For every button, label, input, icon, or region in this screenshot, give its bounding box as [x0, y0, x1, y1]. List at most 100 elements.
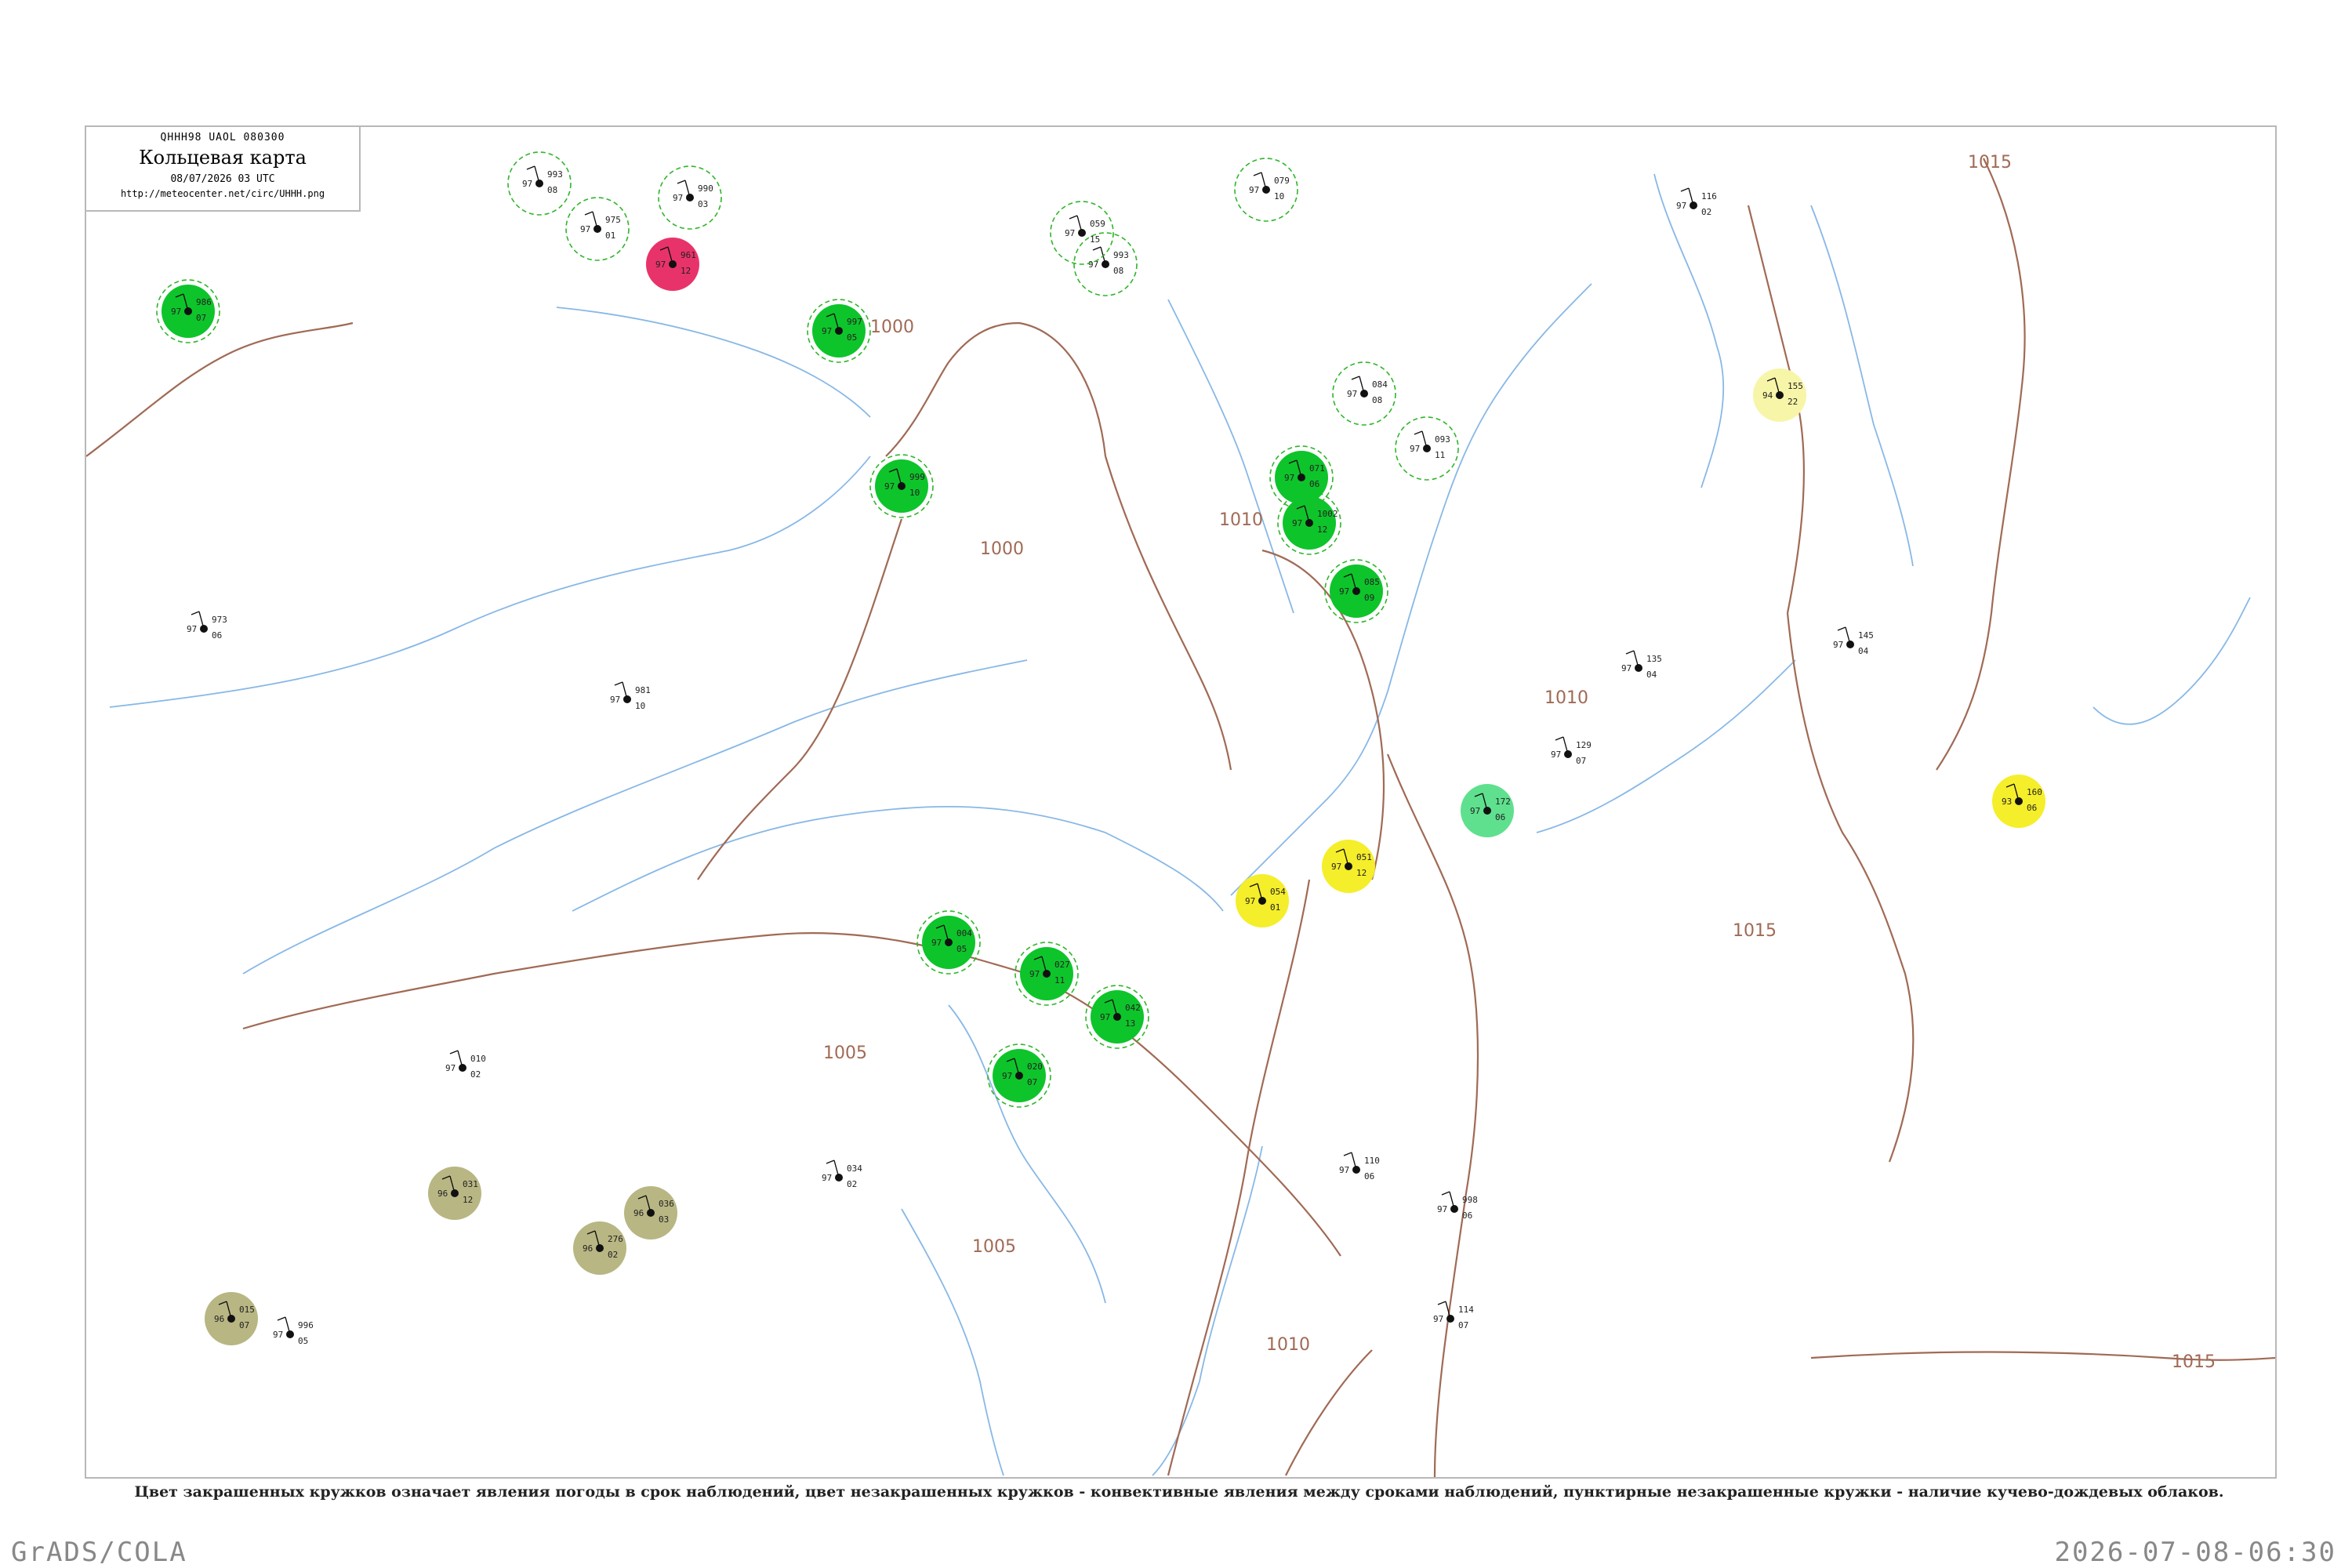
station-plot[interactable]: 059 97 15 [1050, 201, 1114, 265]
station-value-t: 97 [580, 224, 590, 234]
station-value-t: 97 [822, 1173, 832, 1183]
station-plot[interactable]: 010 97 02 [445, 1050, 486, 1080]
station-value-d: 08 [1113, 266, 1123, 276]
station-value-d: 06 [2027, 803, 2037, 813]
station-value-t: 97 [931, 938, 942, 948]
station-value-p: 010 [470, 1054, 486, 1064]
station-plot[interactable]: 135 97 04 [1621, 650, 1662, 680]
station-value-p: 276 [608, 1234, 623, 1244]
station-value-p: 160 [2027, 787, 2042, 797]
station-value-t: 97 [1029, 969, 1040, 979]
station-value-d: 15 [1090, 234, 1100, 245]
rivers [109, 173, 2251, 1476]
station-value-p: 054 [1270, 887, 1286, 897]
station-value-d: 10 [635, 701, 645, 711]
station-value-d: 07 [1458, 1320, 1468, 1330]
station-plot[interactable]: 276 96 02 [573, 1221, 626, 1275]
isobar-label: 1000 [980, 539, 1024, 559]
footer-software: GrADS/COLA [11, 1537, 187, 1568]
station-plot[interactable]: 020 97 07 [987, 1044, 1051, 1108]
station-plot[interactable]: 981 97 10 [610, 681, 651, 711]
bulletin-code: QHHH98 UAOL 080300 [160, 132, 285, 143]
station-value-d: 02 [608, 1250, 618, 1260]
station-value-t: 97 [1676, 201, 1686, 211]
station-plot[interactable]: 997 97 05 [807, 299, 871, 363]
station-value-d: 08 [1372, 395, 1382, 405]
station-value-d: 12 [463, 1195, 473, 1205]
station-value-p: 036 [659, 1199, 674, 1209]
station-value-p: 993 [1113, 250, 1129, 260]
station-value-t: 97 [1339, 1165, 1349, 1175]
station-plot[interactable]: 999 97 10 [869, 454, 934, 518]
station-value-d: 05 [956, 944, 967, 954]
station-plot[interactable]: 973 97 06 [187, 611, 227, 641]
station-value-d: 06 [1495, 812, 1505, 822]
station-value-t: 97 [1339, 586, 1349, 597]
station-plot[interactable]: 155 94 22 [1753, 368, 1806, 422]
station-value-p: 034 [847, 1163, 862, 1174]
station-plot[interactable]: 004 97 05 [916, 910, 981, 975]
station-plot[interactable]: 996 97 05 [273, 1316, 314, 1346]
map-datetime: 08/07/2026 03 UTC [170, 173, 275, 185]
station-plot[interactable]: 051 97 12 [1322, 840, 1375, 893]
station-plot[interactable]: 031 96 12 [428, 1167, 481, 1220]
station-value-p: 155 [1788, 381, 1803, 391]
station-plot[interactable]: 998 97 06 [1437, 1191, 1478, 1221]
station-value-p: 071 [1309, 463, 1325, 474]
station-plot[interactable]: 172 97 06 [1461, 784, 1514, 837]
station-plot[interactable]: 085 97 09 [1324, 559, 1388, 623]
station-value-d: 06 [1309, 479, 1319, 489]
station-plot[interactable]: 093 97 11 [1395, 416, 1459, 481]
isobar-label: 1015 [2172, 1352, 2216, 1372]
station-value-p: 051 [1356, 852, 1372, 862]
station-value-t: 96 [437, 1189, 448, 1199]
station-plot[interactable]: 110 97 06 [1339, 1152, 1380, 1181]
station-plot[interactable]: 116 97 02 [1676, 187, 1717, 217]
station-plot[interactable]: 990 97 03 [658, 165, 722, 230]
station-plot[interactable]: 993 97 08 [507, 151, 572, 216]
station-value-p: 027 [1054, 960, 1070, 970]
station-plot[interactable]: 129 97 07 [1551, 736, 1592, 766]
station-plot[interactable]: 114 97 07 [1433, 1301, 1474, 1330]
station-value-d: 10 [909, 488, 920, 498]
station-value-p: 961 [681, 250, 696, 260]
isobar-label: 1005 [823, 1044, 867, 1063]
isobar-label: 1015 [1733, 921, 1777, 941]
station-value-d: 02 [847, 1179, 857, 1189]
station-value-t: 97 [1331, 862, 1341, 872]
station-value-t: 97 [1292, 518, 1302, 528]
station-value-d: 12 [1356, 868, 1367, 878]
station-value-d: 07 [196, 313, 206, 323]
station-plot[interactable]: 986 97 07 [156, 279, 220, 343]
station-plot[interactable]: 027 97 11 [1014, 942, 1079, 1006]
station-plot[interactable]: 084 97 08 [1332, 361, 1396, 426]
station-value-p: 114 [1458, 1305, 1474, 1315]
map-canvas: 1015 1000 1000 1005 1005 1010 1010 1010 … [86, 151, 2275, 1477]
station-value-d: 03 [698, 199, 708, 209]
isobar-label: 1000 [870, 318, 914, 337]
station-value-t: 96 [583, 1243, 593, 1254]
station-value-d: 01 [605, 230, 615, 241]
station-plot[interactable]: 015 96 07 [205, 1292, 258, 1345]
station-value-d: 07 [1027, 1077, 1037, 1087]
station-plot[interactable]: 071 97 06 [1269, 445, 1334, 510]
station-plot[interactable]: 079 97 10 [1234, 158, 1298, 222]
station-value-p: 986 [196, 297, 212, 307]
station-value-t: 93 [2002, 797, 2012, 807]
title-box: QHHH98 UAOL 080300 Кольцевая карта 08/07… [86, 127, 361, 212]
source-url[interactable]: http://meteocenter.net/circ/UHHH.png [86, 188, 359, 199]
isobar-label: 1005 [972, 1237, 1016, 1257]
station-value-d: 08 [547, 185, 557, 195]
station-plot[interactable]: 034 97 02 [822, 1160, 862, 1189]
station-plot[interactable]: 975 97 01 [565, 197, 630, 261]
station-plot[interactable]: 036 96 03 [624, 1186, 677, 1240]
station-plot[interactable]: 042 97 13 [1085, 985, 1149, 1049]
station-value-p: 172 [1495, 797, 1511, 807]
station-value-t: 97 [655, 260, 666, 270]
isobars [86, 158, 2275, 1477]
station-plot[interactable]: 961 97 12 [646, 238, 699, 291]
station-plot[interactable]: 160 93 06 [1992, 775, 2045, 828]
station-value-d: 04 [1646, 670, 1657, 680]
station-plot[interactable]: 145 97 04 [1833, 626, 1874, 656]
station-plot[interactable]: 054 97 01 [1236, 874, 1289, 927]
